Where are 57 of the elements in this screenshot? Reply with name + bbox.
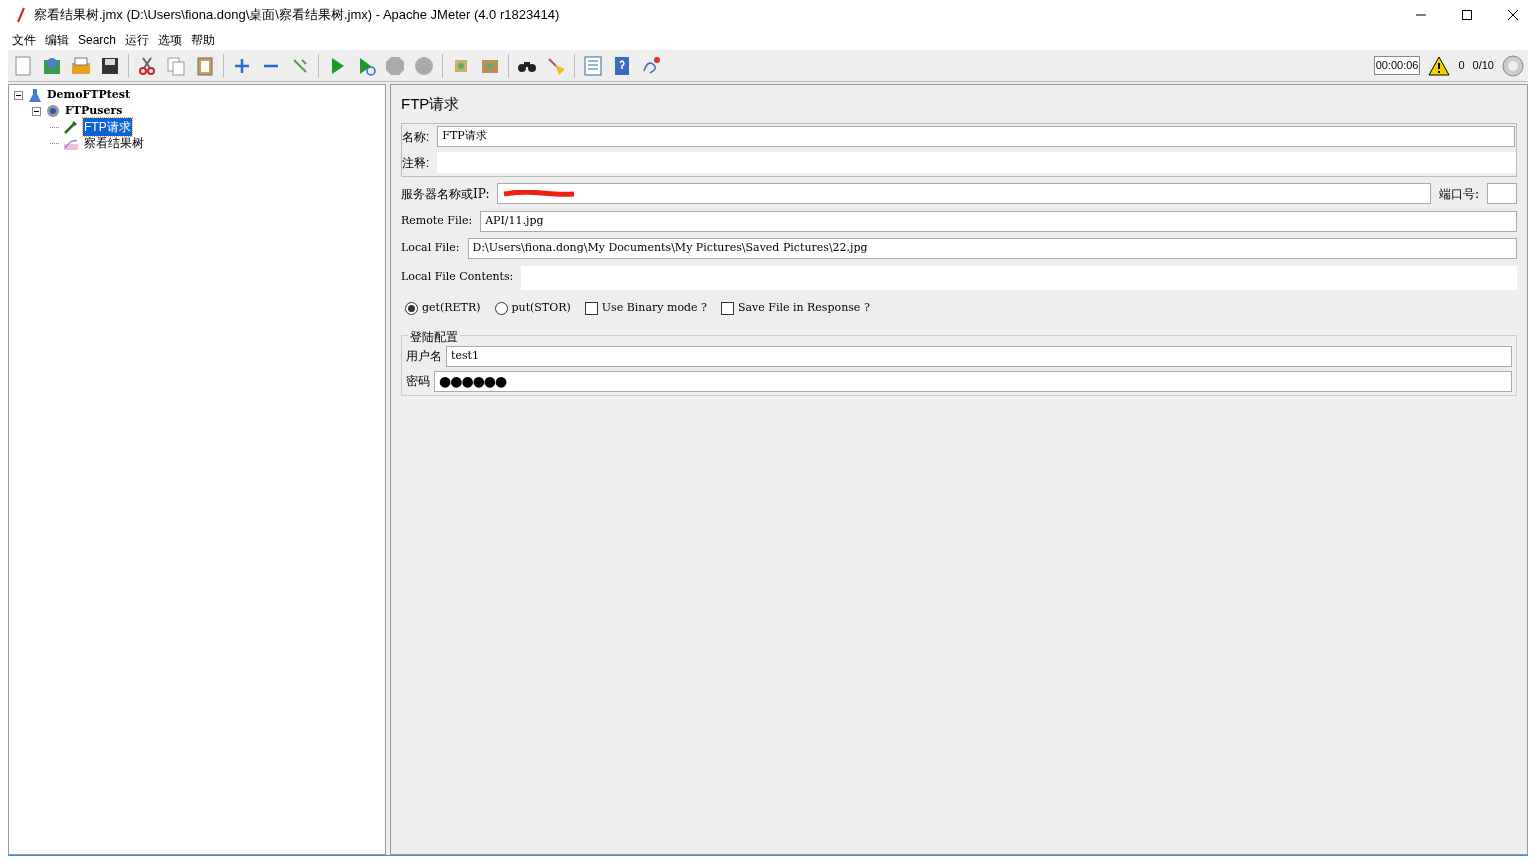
option-label: get(RETR): [422, 300, 481, 317]
collapse-toggle-icon[interactable]: [32, 106, 41, 116]
maximize-icon[interactable]: [1462, 10, 1472, 20]
local-file-field[interactable]: D:\Users\fiona.dong\My Documents\My Pictures\Saved Pictures\22.jpg: [467, 238, 1517, 259]
option-label: put(STOR): [511, 300, 571, 317]
field-label: 端口号:: [1438, 185, 1479, 203]
password-field[interactable]: ●●●●●●: [434, 370, 1512, 392]
flask-icon: [27, 87, 43, 103]
radio-button[interactable]: [494, 302, 508, 315]
tree-item[interactable]: FTP请求: [83, 118, 132, 136]
comment-field[interactable]: [437, 152, 1516, 173]
close-icon[interactable]: [1508, 10, 1518, 20]
field-label: Local File:: [401, 240, 460, 257]
tree-item[interactable]: FTPusers: [65, 102, 123, 120]
remote-file-field[interactable]: API/11.jpg: [480, 211, 1517, 232]
status-indicator-icon: [1502, 54, 1524, 77]
field-label: 密码: [406, 373, 430, 390]
shutdown-icon[interactable]: [413, 54, 435, 77]
field-label: 服务器名称或IP:: [401, 185, 490, 203]
menu-item[interactable]: Search: [78, 31, 117, 49]
warning-icon[interactable]: [1428, 55, 1451, 76]
open-folder-icon[interactable]: [70, 54, 92, 77]
menu-item[interactable]: 文件: [12, 31, 36, 49]
menu-item[interactable]: 运行: [125, 31, 150, 49]
field-label: 名称:: [402, 128, 430, 146]
option-label: Save File in Response ?: [737, 300, 870, 317]
radio-button[interactable]: [405, 302, 418, 315]
option-label: Use Binary mode ?: [601, 300, 707, 317]
function-helper-icon[interactable]: [640, 54, 662, 77]
server-field[interactable]: [497, 183, 1431, 204]
port-field[interactable]: [1487, 183, 1517, 204]
feather-icon: [16, 7, 26, 23]
list-icon[interactable]: [582, 54, 604, 77]
tree-item[interactable]: 察看结果树: [83, 134, 145, 152]
stop-icon[interactable]: [384, 54, 406, 77]
field-label: Local File Contents:: [401, 269, 514, 286]
checkbox[interactable]: [720, 302, 734, 315]
panel-title: FTP请求: [401, 94, 461, 114]
copy-icon[interactable]: [165, 54, 187, 77]
name-field[interactable]: FTP请求: [437, 126, 1515, 147]
menu-item[interactable]: 编辑: [45, 31, 69, 49]
elapsed-time: 00:00:06: [1373, 56, 1421, 75]
gear-icon: [45, 103, 61, 119]
pipette-icon: [63, 119, 79, 135]
checkbox[interactable]: [584, 302, 598, 315]
menu-item[interactable]: 选项: [158, 31, 183, 49]
username-field[interactable]: test1: [446, 345, 1512, 367]
tree-item[interactable]: DemoFTPtest: [47, 86, 131, 104]
field-label: 用户名: [406, 348, 442, 365]
window-title: 察看结果树.jmx (D:\Users\fiona.dong\桌面\察看结果树.jmx) - Apache JMeter (4.0 r1823414): [34, 6, 560, 25]
menu-item[interactable]: 帮助: [191, 31, 216, 49]
error-count: 0: [1458, 58, 1465, 74]
thread-count: 0/10: [1472, 58, 1494, 74]
collapse-toggle-icon[interactable]: [14, 90, 23, 100]
field-label: Remote File:: [401, 213, 473, 230]
paste-icon[interactable]: [194, 54, 216, 77]
field-label: 注释:: [402, 154, 430, 172]
